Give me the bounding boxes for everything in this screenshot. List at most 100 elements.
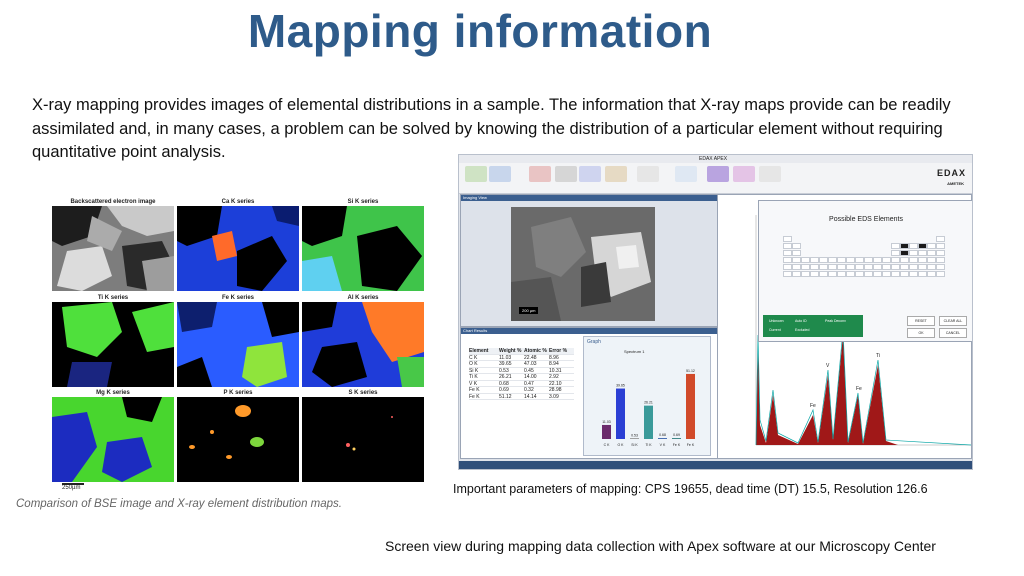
element-cell[interactable] [792, 271, 801, 277]
view-button-2[interactable] [733, 166, 755, 182]
element-cell[interactable] [837, 271, 846, 277]
element-cell[interactable] [918, 250, 927, 256]
line-button[interactable] [555, 166, 577, 182]
element-cell[interactable] [783, 236, 792, 242]
element-cell[interactable] [909, 243, 918, 249]
view-button-1[interactable] [707, 166, 729, 182]
element-cell[interactable] [900, 257, 909, 263]
map-cell-mg: Mg K series [52, 390, 174, 488]
element-cell[interactable] [846, 271, 855, 277]
normal-button[interactable] [637, 166, 659, 182]
element-cell[interactable] [900, 243, 909, 249]
element-cell[interactable] [792, 250, 801, 256]
element-cell[interactable] [936, 257, 945, 263]
element-cell[interactable] [900, 264, 909, 270]
element-cell[interactable] [909, 271, 918, 277]
fe-map [177, 302, 299, 387]
element-cell[interactable] [792, 257, 801, 263]
element-cell[interactable] [927, 264, 936, 270]
element-cell[interactable] [855, 257, 864, 263]
element-cell[interactable] [792, 264, 801, 270]
element-cell[interactable] [855, 264, 864, 270]
element-cell[interactable] [864, 257, 873, 263]
custom-layout-button[interactable] [759, 166, 781, 182]
element-cell[interactable] [828, 271, 837, 277]
element-cell[interactable] [855, 271, 864, 277]
element-cell[interactable] [936, 250, 945, 256]
element-cell[interactable] [927, 271, 936, 277]
element-cell[interactable] [783, 257, 792, 263]
element-cell[interactable] [846, 264, 855, 270]
element-cell[interactable] [828, 257, 837, 263]
element-cell[interactable] [873, 264, 882, 270]
element-cell[interactable] [837, 264, 846, 270]
element-cell[interactable] [918, 264, 927, 270]
element-cell[interactable] [864, 271, 873, 277]
element-cell[interactable] [873, 257, 882, 263]
ok-button[interactable]: OK [907, 328, 935, 338]
element-cell[interactable] [936, 236, 945, 242]
spectrum-button[interactable] [529, 166, 551, 182]
element-cell[interactable] [900, 271, 909, 277]
element-cell[interactable] [918, 243, 927, 249]
element-cell[interactable] [891, 271, 900, 277]
element-cell[interactable] [801, 257, 810, 263]
element-cell[interactable] [882, 264, 891, 270]
clear-all-button[interactable]: CLEAR ALL [939, 316, 967, 326]
element-cell[interactable] [891, 264, 900, 270]
element-cell[interactable] [792, 243, 801, 249]
element-cell[interactable] [846, 257, 855, 263]
bar-category-label: C K [604, 443, 611, 447]
element-cell[interactable] [810, 271, 819, 277]
element-cell[interactable] [801, 264, 810, 270]
element-cell[interactable] [819, 257, 828, 263]
element-cell[interactable] [927, 243, 936, 249]
sem-image[interactable]: 200 µm [511, 207, 655, 321]
element-cell[interactable] [819, 264, 828, 270]
bar [644, 405, 653, 439]
quick-button[interactable] [675, 166, 697, 182]
element-cell[interactable] [927, 257, 936, 263]
graph-tab[interactable]: Graph [587, 339, 601, 345]
element-cell[interactable] [882, 257, 891, 263]
table-row[interactable]: Fe K 51.12 14.14 3.09 [469, 394, 574, 400]
survey-button[interactable] [605, 166, 627, 182]
collect-button[interactable] [489, 166, 511, 182]
element-cell[interactable] [900, 250, 909, 256]
element-cell[interactable] [783, 243, 792, 249]
element-cell[interactable] [810, 257, 819, 263]
element-cell[interactable] [810, 264, 819, 270]
element-cell[interactable] [828, 264, 837, 270]
element-cell[interactable] [909, 264, 918, 270]
element-cell[interactable] [909, 257, 918, 263]
element-cell[interactable] [873, 271, 882, 277]
bar-category-label: Fe K [673, 443, 681, 447]
figure-caption: Comparison of BSE image and X-ray elemen… [16, 498, 342, 510]
element-cell[interactable] [882, 271, 891, 277]
mapping-button[interactable] [579, 166, 601, 182]
element-cell[interactable] [891, 243, 900, 249]
element-cell[interactable] [936, 243, 945, 249]
element-cell[interactable] [891, 250, 900, 256]
spectrum-select[interactable]: Spectrum 1 [624, 349, 644, 354]
element-cell[interactable] [909, 250, 918, 256]
element-cell[interactable] [783, 271, 792, 277]
element-cell[interactable] [783, 250, 792, 256]
element-cell[interactable] [837, 257, 846, 263]
element-cell[interactable] [936, 271, 945, 277]
element-cell[interactable] [918, 271, 927, 277]
element-cell[interactable] [819, 271, 828, 277]
imaging-view-panel: Imaging View 200 µm [460, 194, 718, 327]
element-cell[interactable] [864, 264, 873, 270]
cancel-button[interactable]: CANCEL [939, 328, 967, 338]
element-cell[interactable] [918, 257, 927, 263]
element-cell[interactable] [891, 257, 900, 263]
legend-deconv: Peak Deconv [825, 319, 846, 323]
reset-button[interactable]: RESET [907, 316, 935, 326]
bar [672, 438, 681, 439]
element-cell[interactable] [936, 264, 945, 270]
element-cell[interactable] [783, 264, 792, 270]
element-cell[interactable] [801, 271, 810, 277]
collect-image-button[interactable] [465, 166, 487, 182]
element-cell[interactable] [927, 250, 936, 256]
